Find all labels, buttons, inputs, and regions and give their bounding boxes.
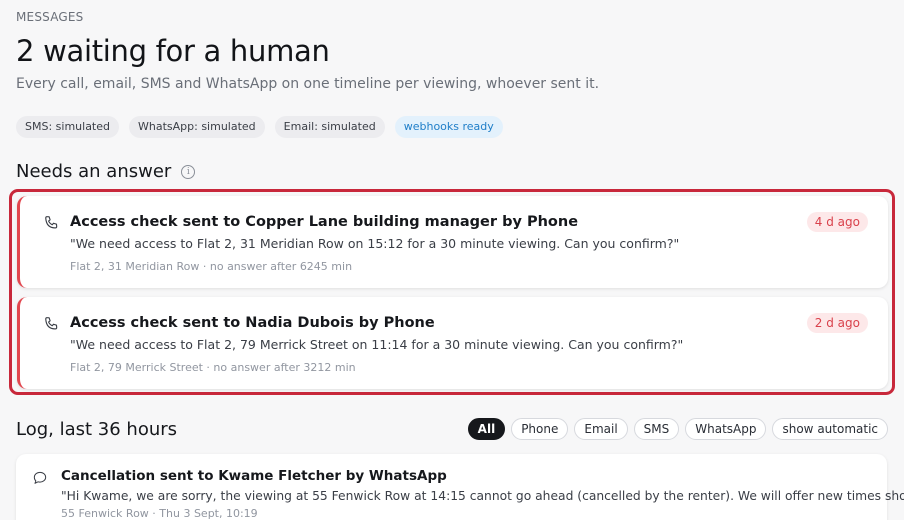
info-icon[interactable]: i (181, 164, 196, 179)
filter-phone[interactable]: Phone (511, 418, 569, 440)
messages-page: MESSAGES 2 waiting for a human Every cal… (0, 0, 904, 520)
log-heading: Log, last 36 hours (16, 419, 178, 440)
log-entry-quote: "Hi Kwame, we are sorry, the viewing at … (61, 489, 904, 503)
webhooks-status-chip: webhooks ready (394, 116, 503, 138)
log-filter-bar: All Phone Email SMS WhatsApp show automa… (467, 418, 888, 440)
needs-answer-title: Needs an answer (16, 161, 172, 182)
needs-answer-heading: Needs an answer i (16, 161, 196, 182)
phone-icon (45, 317, 58, 330)
filter-email[interactable]: Email (574, 418, 628, 440)
filter-sms[interactable]: SMS (633, 418, 680, 440)
needs-answer-card[interactable]: Access check sent to Nadia Dubois by Pho… (17, 297, 888, 389)
sms-status-chip: SMS: simulated (16, 116, 119, 138)
card-quote: "We need access to Flat 2, 79 Merrick St… (70, 337, 684, 352)
needs-answer-card[interactable]: Access check sent to Copper Lane buildin… (17, 196, 888, 288)
card-quote: "We need access to Flat 2, 31 Meridian R… (70, 236, 680, 251)
page-title: 2 waiting for a human (16, 34, 330, 68)
log-entry-title: Cancellation sent to Kwame Fletcher by W… (61, 468, 447, 484)
filter-show-automatic[interactable]: show automatic (772, 418, 888, 440)
card-meta: Flat 2, 79 Merrick Street · no answer af… (70, 361, 356, 374)
age-badge: 2 d ago (806, 313, 868, 333)
card-title: Access check sent to Nadia Dubois by Pho… (70, 315, 435, 331)
age-badge: 4 d ago (806, 212, 868, 232)
filter-whatsapp[interactable]: WhatsApp (685, 418, 767, 440)
page-subtitle: Every call, email, SMS and WhatsApp on o… (16, 76, 600, 92)
phone-icon (45, 216, 58, 229)
card-meta: Flat 2, 31 Meridian Row · no answer afte… (70, 260, 353, 273)
log-entry-card[interactable]: Cancellation sent to Kwame Fletcher by W… (16, 454, 904, 520)
card-title: Access check sent to Copper Lane buildin… (70, 214, 579, 230)
chat-bubble-icon (33, 471, 47, 484)
page-eyebrow: MESSAGES (16, 10, 84, 24)
log-entry-meta: 55 Fenwick Row · Thu 3 Sept, 10:19 (61, 507, 258, 520)
integration-status-chips: SMS: simulated WhatsApp: simulated Email… (16, 116, 503, 138)
filter-all[interactable]: All (467, 418, 506, 440)
whatsapp-status-chip: WhatsApp: simulated (129, 116, 265, 138)
email-status-chip: Email: simulated (274, 116, 385, 138)
